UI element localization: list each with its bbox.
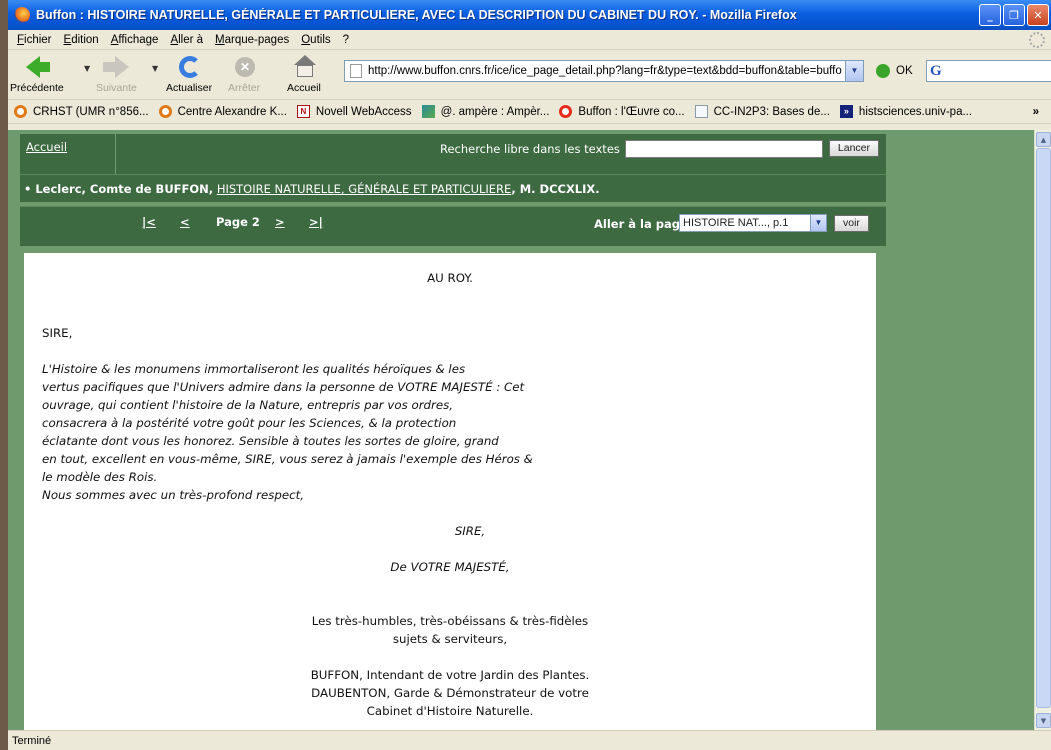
bookmark-crhst[interactable]: CRHST (UMR n°856... bbox=[14, 105, 149, 118]
back-dropdown-icon[interactable]: ▼ bbox=[84, 64, 90, 73]
bookmarks-toolbar: CRHST (UMR n°856... Centre Alexandre K..… bbox=[8, 100, 1051, 124]
navigation-toolbar: Précédente ▼ Suivante ▼ Actualiser ✕ Arr… bbox=[8, 50, 1051, 100]
ring-icon bbox=[14, 105, 27, 118]
site-header: Accueil Recherche libre dans les textes … bbox=[20, 134, 886, 174]
next-page-link[interactable]: > bbox=[275, 215, 285, 229]
signature-line: DAUBENTON, Garde & Démonstrateur de votr… bbox=[311, 686, 589, 700]
body-line: éclatante dont vous les honorez. Sensibl… bbox=[42, 434, 499, 448]
signoff-line: Les très-humbles, très-obéissans & très-… bbox=[311, 614, 589, 628]
browser-window: Buffon : HISTOIRE NATURELLE, GÉNÉRALE ET… bbox=[8, 0, 1051, 750]
home-icon bbox=[289, 55, 319, 79]
chevron-down-icon[interactable]: ▼ bbox=[810, 215, 826, 231]
body-line: L'Histoire & les monumens immortaliseron… bbox=[42, 362, 466, 376]
forward-icon: » bbox=[839, 105, 853, 118]
firefox-logo-icon bbox=[14, 7, 30, 23]
document-heading: AU ROY. bbox=[427, 271, 473, 285]
forward-dropdown-icon[interactable]: ▼ bbox=[152, 64, 158, 73]
back-arrow-icon bbox=[22, 55, 52, 79]
signoff-line: sujets & serviteurs, bbox=[392, 632, 508, 646]
back-button[interactable]: Précédente bbox=[10, 55, 64, 94]
opera-icon bbox=[559, 105, 573, 118]
reload-icon bbox=[174, 55, 204, 79]
reload-button[interactable]: Actualiser bbox=[166, 55, 212, 94]
goto-page-label: Aller à la page bbox=[594, 217, 688, 231]
home-link[interactable]: Accueil bbox=[26, 140, 67, 154]
salutation: SIRE, bbox=[42, 326, 73, 340]
voir-button[interactable]: voir bbox=[834, 215, 869, 232]
url-text[interactable]: http://www.buffon.cnrs.fr/ice/ice_page_d… bbox=[368, 65, 845, 77]
page-navigation: |< < Page 2 > >| Aller à la page HISTOIR… bbox=[20, 206, 886, 246]
stop-button[interactable]: ✕ Arrêter bbox=[228, 55, 260, 94]
google-search-input[interactable]: G bbox=[926, 60, 1051, 82]
go-icon[interactable] bbox=[876, 64, 890, 78]
body-line: ouvrage, qui contient l'histoire de la N… bbox=[42, 398, 454, 412]
body-line: Nous sommes avec un très-profond respect… bbox=[42, 488, 304, 502]
body-line: le modèle des Rois. bbox=[42, 470, 158, 484]
address-bar[interactable]: http://www.buffon.cnrs.fr/ice/ice_page_d… bbox=[344, 60, 864, 82]
breadcrumb-author: • Leclerc, Comte de BUFFON, bbox=[24, 182, 214, 196]
throbber-icon bbox=[1029, 31, 1045, 48]
site-container: Accueil Recherche libre dans les textes … bbox=[20, 134, 886, 730]
previous-page-link[interactable]: < bbox=[180, 215, 190, 229]
search-button[interactable]: Lancer bbox=[828, 140, 879, 157]
signature-line: BUFFON, Intendant de votre Jardin des Pl… bbox=[310, 668, 590, 682]
go-button[interactable]: OK bbox=[896, 65, 913, 77]
menu-edition[interactable]: Edition bbox=[58, 34, 105, 46]
status-bar: Terminé bbox=[8, 730, 1051, 750]
page-icon bbox=[350, 64, 362, 78]
vertical-scrollbar[interactable]: ▲ ▼ bbox=[1034, 130, 1051, 730]
menu-bar: Fichier Edition Affichage Aller à Marque… bbox=[8, 30, 1051, 50]
status-text: Terminé bbox=[12, 735, 52, 747]
menu-affichage[interactable]: Affichage bbox=[105, 34, 165, 46]
scrollbar-thumb[interactable] bbox=[1036, 148, 1051, 708]
home-button[interactable]: Accueil bbox=[287, 55, 321, 94]
ring-icon bbox=[158, 105, 172, 118]
closing-majeste: De VOTRE MAJESTÉ, bbox=[390, 560, 510, 574]
body-line: vertus pacifiques que l'Univers admire d… bbox=[42, 380, 525, 394]
url-dropdown-icon[interactable]: ▼ bbox=[845, 61, 863, 81]
page-icon bbox=[694, 105, 708, 118]
forward-arrow-icon bbox=[101, 55, 131, 79]
bookmark-ampere[interactable]: @. ampère : Ampèr... bbox=[421, 105, 549, 118]
page-viewport: Accueil Recherche libre dans les textes … bbox=[8, 130, 1034, 730]
forward-button[interactable]: Suivante bbox=[96, 55, 137, 94]
minimize-button[interactable]: _ bbox=[979, 4, 1001, 26]
image-icon bbox=[421, 105, 435, 118]
menu-help[interactable]: ? bbox=[337, 34, 355, 46]
restore-button[interactable]: ❐ bbox=[1003, 4, 1025, 26]
breadcrumb-work-link[interactable]: HISTOIRE NATURELLE, GÉNÉRALE ET PARTICUL… bbox=[217, 182, 512, 196]
closing-sire: SIRE, bbox=[454, 524, 486, 538]
window-title: Buffon : HISTOIRE NATURELLE, GÉNÉRALE ET… bbox=[36, 8, 797, 22]
menu-aller[interactable]: Aller à bbox=[164, 34, 209, 46]
body-line: consacrera à la postérité votre goût pou… bbox=[42, 416, 457, 430]
google-icon: G bbox=[930, 63, 942, 79]
goto-page-select[interactable]: HISTOIRE NAT..., p.1 ▼ bbox=[679, 214, 827, 232]
scroll-up-icon[interactable]: ▲ bbox=[1036, 132, 1051, 147]
bookmark-cc-in2p3[interactable]: CC-IN2P3: Bases de... bbox=[694, 105, 830, 118]
signature-line: Cabinet d'Histoire Naturelle. bbox=[366, 704, 534, 718]
bookmark-novell[interactable]: N Novell WebAccess bbox=[296, 105, 412, 118]
bookmark-buffon[interactable]: Buffon : l'Œuvre co... bbox=[559, 105, 685, 118]
breadcrumb: • Leclerc, Comte de BUFFON, HISTOIRE NAT… bbox=[20, 174, 886, 202]
menu-outils[interactable]: Outils bbox=[295, 34, 336, 46]
more-bookmarks-icon[interactable]: » bbox=[1033, 106, 1039, 118]
current-page-label: Page 2 bbox=[216, 215, 260, 229]
document-page: AU ROY. SIRE, L'Histoire & les monumens … bbox=[24, 253, 876, 730]
menu-marque-pages[interactable]: Marque-pages bbox=[209, 34, 295, 46]
bookmark-centre-alexandre[interactable]: Centre Alexandre K... bbox=[158, 105, 287, 118]
scroll-down-icon[interactable]: ▼ bbox=[1036, 713, 1051, 728]
novell-icon: N bbox=[296, 105, 310, 118]
last-page-link[interactable]: >| bbox=[309, 215, 323, 229]
title-bar: Buffon : HISTOIRE NATURELLE, GÉNÉRALE ET… bbox=[8, 0, 1051, 30]
search-input[interactable] bbox=[624, 140, 823, 158]
stop-icon: ✕ bbox=[229, 55, 259, 79]
bookmark-histsciences[interactable]: » histsciences.univ-pa... bbox=[839, 105, 972, 118]
first-page-link[interactable]: |< bbox=[142, 215, 156, 229]
menu-fichier[interactable]: Fichier bbox=[11, 34, 58, 46]
breadcrumb-edition: , M. DCCXLIX. bbox=[511, 182, 600, 196]
body-line: en tout, excellent en vous-même, SIRE, v… bbox=[42, 452, 533, 466]
close-button[interactable]: ✕ bbox=[1027, 4, 1049, 26]
search-label: Recherche libre dans les textes bbox=[439, 142, 620, 156]
